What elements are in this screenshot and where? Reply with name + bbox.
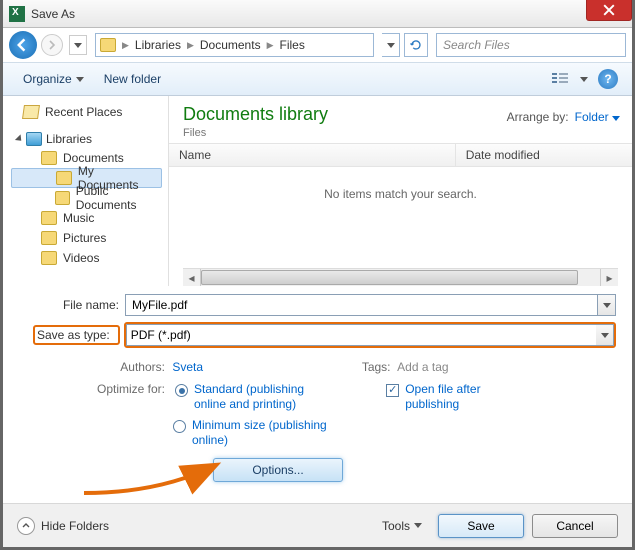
close-button[interactable]: [586, 0, 632, 21]
folder-icon: [100, 38, 116, 52]
navbar: ▶ Libraries ▶ Documents ▶ Files Search F…: [3, 28, 632, 62]
hide-folders-button[interactable]: Hide Folders: [17, 517, 109, 535]
tree-pictures[interactable]: Pictures: [11, 228, 168, 248]
annotation-arrow: [79, 448, 229, 498]
chevron-down-icon: [74, 43, 82, 48]
caret-icon: [15, 134, 24, 143]
col-name[interactable]: Name: [169, 144, 456, 166]
chevron-down-icon: [612, 116, 620, 121]
tags-value[interactable]: Add a tag: [397, 360, 448, 374]
chevron-down-icon: [387, 43, 395, 48]
history-dropdown[interactable]: [69, 35, 87, 55]
checkbox-open-after-label[interactable]: Open file after publishing: [405, 382, 515, 412]
nav-tree: Recent Places Libraries Documents My Doc…: [3, 96, 169, 286]
close-icon: [603, 4, 615, 16]
tree-public-documents[interactable]: Public Documents: [11, 188, 168, 208]
optimize-label: Optimize for:: [83, 382, 169, 396]
horizontal-scrollbar[interactable]: ◂ ▸: [183, 268, 618, 286]
options-button[interactable]: Options...: [213, 458, 343, 482]
chevron-right-icon: ▶: [265, 40, 276, 51]
folder-icon: [41, 151, 57, 165]
save-as-type-label: Save as type:: [37, 328, 116, 342]
arrange-label: Arrange by:: [507, 110, 569, 124]
crumb-libraries[interactable]: Libraries: [131, 38, 185, 52]
help-icon: ?: [598, 69, 618, 89]
tree-libraries[interactable]: Libraries: [11, 132, 168, 148]
footer: Hide Folders Tools Save Cancel: [3, 503, 632, 547]
crumb-documents[interactable]: Documents: [196, 38, 265, 52]
arrange-by-dropdown[interactable]: Folder: [575, 110, 620, 124]
authors-label: Authors:: [93, 360, 169, 374]
forward-button[interactable]: [41, 34, 63, 56]
search-input[interactable]: Search Files: [436, 33, 626, 57]
scroll-right[interactable]: ▸: [600, 269, 618, 286]
libraries-icon: [26, 132, 42, 146]
recent-icon: [22, 105, 40, 119]
arrow-right-icon: [47, 40, 57, 50]
save-as-dialog: Save As ▶ Libraries ▶ Documents ▶ Files …: [0, 0, 635, 550]
col-date[interactable]: Date modified: [456, 144, 632, 166]
help-button[interactable]: ?: [594, 67, 622, 91]
radio-standard[interactable]: [175, 384, 188, 397]
breadcrumb[interactable]: ▶ Libraries ▶ Documents ▶ Files: [95, 33, 374, 57]
tools-dropdown[interactable]: Tools: [374, 519, 430, 533]
chevron-down-icon: [603, 303, 611, 308]
folder-icon: [41, 211, 57, 225]
chevron-down-icon: [601, 333, 609, 338]
save-as-type-field[interactable]: PDF (*.pdf): [126, 324, 596, 346]
tree-recent-places[interactable]: Recent Places: [11, 102, 168, 122]
window-title: Save As: [31, 7, 75, 21]
scroll-left[interactable]: ◂: [183, 269, 201, 286]
search-placeholder: Search Files: [443, 38, 510, 52]
chevron-down-icon: [76, 77, 84, 82]
breadcrumb-dropdown[interactable]: [382, 33, 400, 57]
excel-icon: [9, 6, 25, 22]
folder-icon: [41, 251, 57, 265]
filename-dropdown[interactable]: [598, 294, 616, 316]
filename-label: File name:: [33, 298, 125, 312]
titlebar: Save As: [3, 0, 632, 28]
chevron-down-icon: [414, 523, 422, 528]
content-pane: Documents library Files Arrange by: Fold…: [169, 96, 632, 286]
new-folder-button[interactable]: New folder: [94, 68, 171, 90]
arrow-left-icon: [16, 38, 30, 52]
chevron-up-icon: [17, 517, 35, 535]
folder-icon: [55, 191, 70, 205]
save-form: File name: Save as type: PDF (*.pdf) Aut…: [3, 286, 632, 482]
chevron-right-icon: ▶: [185, 40, 196, 51]
cancel-button[interactable]: Cancel: [532, 514, 618, 538]
scroll-thumb[interactable]: [201, 270, 578, 285]
tree-videos[interactable]: Videos: [11, 248, 168, 268]
crumb-files[interactable]: Files: [276, 38, 309, 52]
content-heading: Documents library: [183, 104, 328, 125]
view-dropdown[interactable]: [576, 67, 592, 91]
chevron-right-icon: ▶: [120, 40, 131, 51]
save-as-type-dropdown[interactable]: [596, 324, 614, 346]
back-button[interactable]: [9, 31, 37, 59]
folder-icon: [56, 171, 72, 185]
refresh-icon: [409, 38, 423, 52]
view-button[interactable]: [546, 67, 574, 91]
authors-value[interactable]: Sveta: [172, 360, 203, 374]
list-view-icon: [552, 73, 568, 85]
tags-label: Tags:: [355, 360, 395, 374]
chevron-down-icon: [580, 77, 588, 82]
checkbox-open-after[interactable]: [386, 384, 399, 397]
column-headers[interactable]: Name Date modified: [169, 143, 632, 167]
filename-field[interactable]: [125, 294, 598, 316]
body: Recent Places Libraries Documents My Doc…: [3, 96, 632, 286]
content-subheading: Files: [183, 127, 328, 139]
save-button[interactable]: Save: [438, 514, 524, 538]
filename-input[interactable]: [130, 297, 593, 313]
radio-standard-label[interactable]: Standard (publishing online and printing…: [194, 382, 334, 412]
refresh-button[interactable]: [404, 33, 428, 57]
radio-minimum-label[interactable]: Minimum size (publishing online): [192, 418, 332, 448]
radio-minimum[interactable]: [173, 420, 186, 433]
organize-button[interactable]: Organize: [13, 68, 94, 90]
toolbar: Organize New folder ?: [3, 62, 632, 96]
folder-icon: [41, 231, 57, 245]
empty-message: No items match your search.: [169, 167, 632, 221]
